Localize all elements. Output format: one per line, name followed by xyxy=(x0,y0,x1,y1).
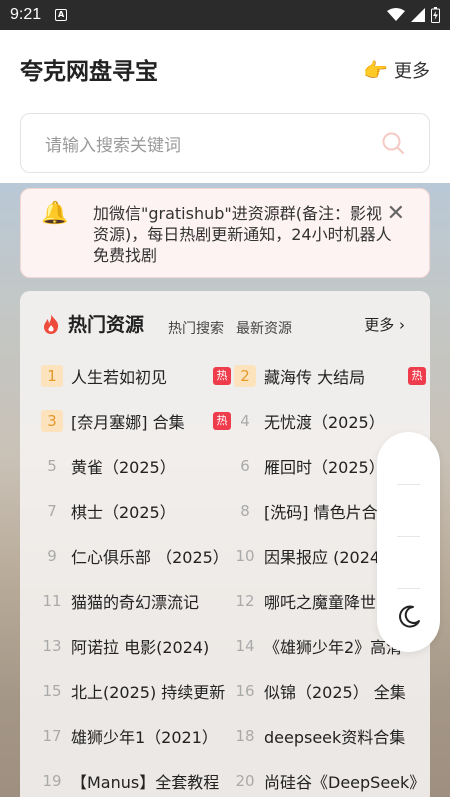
item-title: 北上(2025) 持续更新 xyxy=(71,682,226,702)
rank-number: 11 xyxy=(42,591,62,610)
list-row: 5 黄雀（2025） 6 雁回时（2025） xyxy=(20,443,430,488)
rank-badge: 3 xyxy=(41,409,63,432)
rank-number: 16 xyxy=(235,681,255,700)
status-bar: 9:21 A xyxy=(0,0,450,30)
rank-number: 7 xyxy=(47,501,57,520)
toolbar-divider xyxy=(397,484,420,485)
floating-toolbar xyxy=(377,432,440,652)
item-title: 阿诺拉 电影(2024) xyxy=(71,637,210,657)
item-title: 尚硅谷《DeepSeek》 xyxy=(264,772,426,792)
list-row: 17 雄狮少年1（2021） 18 deepseek资料合集 xyxy=(20,713,430,758)
item-title: 人生若如初见 xyxy=(71,367,168,387)
item-title: 仁心俱乐部 （2025） xyxy=(71,547,229,567)
list-row: 1 人生若如初见 热 2 藏海传 大结局 热 xyxy=(20,353,430,398)
list-item[interactable]: 20 尚硅谷《DeepSeek》 xyxy=(234,758,426,797)
list-item[interactable]: 13 阿诺拉 电影(2024) xyxy=(41,623,231,668)
notice-card: 🔔 加微信"gratishub"进资源群(备注：影视资源)，每日热剧更新通知，2… xyxy=(20,188,430,278)
rank-number: 12 xyxy=(235,591,255,610)
item-title: [奈月塞娜] 合集 xyxy=(71,412,185,432)
item-title: 雄狮少年1（2021） xyxy=(71,727,218,747)
list-row: 7 棋士（2025） 8 [洗码] 情色片合集 xyxy=(20,488,430,533)
rank-badge: 2 xyxy=(234,364,256,387)
list-item[interactable]: 3 [奈月塞娜] 合集 热 xyxy=(41,398,231,443)
list-item[interactable]: 17 雄狮少年1（2021） xyxy=(41,713,231,758)
item-title: 无忧渡（2025） xyxy=(264,412,385,432)
hot-list: 1 人生若如初见 热 2 藏海传 大结局 热 3 [奈月塞娜] 合集 热 4 无… xyxy=(20,353,430,797)
rank-number: 13 xyxy=(42,636,62,655)
item-title: 猫猫的奇幻漂流记 xyxy=(71,592,200,612)
signal-icon xyxy=(411,8,425,22)
header-more-label: 更多 xyxy=(394,61,430,82)
rank-number: 19 xyxy=(42,771,62,790)
list-row: 13 阿诺拉 电影(2024) 14 《雄狮少年2》高清 xyxy=(20,623,430,668)
tab-latest[interactable]: 最新资源 xyxy=(236,318,292,338)
item-title: 黄雀（2025） xyxy=(71,457,176,477)
header-more-button[interactable]: 👉 更多 xyxy=(363,57,430,83)
rank-number: 5 xyxy=(47,456,57,475)
list-item[interactable]: 2 藏海传 大结局 热 xyxy=(234,353,426,398)
hot-badge: 热 xyxy=(213,411,231,430)
list-row: 9 仁心俱乐部 （2025） 10 因果报应 (2024) xyxy=(20,533,430,578)
rank-number: 14 xyxy=(235,636,255,655)
item-title: 【Manus】全套教程 xyxy=(71,772,220,792)
item-title: 藏海传 大结局 xyxy=(264,367,366,387)
status-icons xyxy=(387,7,440,23)
list-item[interactable]: 7 棋士（2025） xyxy=(41,488,231,533)
rank-number: 18 xyxy=(235,726,255,745)
hot-title: 热门资源 xyxy=(68,314,145,336)
hot-resources-card: 热门资源 热门搜索 最新资源 更多 › 1 人生若如初见 热 2 藏海传 大结局… xyxy=(20,291,430,797)
list-row: 15 北上(2025) 持续更新 16 似锦（2025） 全集 xyxy=(20,668,430,713)
tab-hot-search[interactable]: 热门搜索 xyxy=(168,318,224,338)
toolbar-divider xyxy=(397,536,420,537)
close-icon[interactable]: ✕ xyxy=(387,203,405,225)
status-time: 9:21 xyxy=(10,6,42,23)
list-item[interactable]: 16 似锦（2025） 全集 xyxy=(234,668,426,713)
rank-number: 6 xyxy=(240,456,250,475)
notice-text: 加微信"gratishub"进资源群(备注：影视资源)，每日热剧更新通知，24小… xyxy=(93,204,392,265)
rank-number: 17 xyxy=(42,726,62,745)
hot-badge: 热 xyxy=(213,366,231,385)
toolbar-divider xyxy=(397,588,420,589)
search-input[interactable]: 请输入搜索关键词 xyxy=(20,113,430,173)
battery-icon xyxy=(431,7,440,23)
item-title: 棋士（2025） xyxy=(71,502,176,522)
wifi-icon xyxy=(387,8,405,21)
item-title: 似锦（2025） 全集 xyxy=(264,682,406,702)
search-icon[interactable] xyxy=(381,131,405,155)
rank-badge: 1 xyxy=(41,364,63,387)
pointing-hand-icon: 👉 xyxy=(363,58,388,82)
hot-badge: 热 xyxy=(408,366,426,385)
hot-header: 热门资源 热门搜索 最新资源 更多 › xyxy=(20,291,430,347)
rank-number: 10 xyxy=(235,546,255,565)
list-row: 3 [奈月塞娜] 合集 热 4 无忧渡（2025） xyxy=(20,398,430,443)
hot-more-button[interactable]: 更多 › xyxy=(364,314,405,335)
app-bar: 夸克网盘寻宝 👉 更多 xyxy=(0,30,450,112)
list-item[interactable]: 5 黄雀（2025） xyxy=(41,443,231,488)
list-item[interactable]: 11 猫猫的奇幻漂流记 xyxy=(41,578,231,623)
rank-number: 9 xyxy=(47,546,57,565)
rank-number: 20 xyxy=(235,771,255,790)
app-title: 夸克网盘寻宝 xyxy=(20,59,158,85)
list-row: 19 【Manus】全套教程 20 尚硅谷《DeepSeek》 xyxy=(20,758,430,797)
notification-icon: A xyxy=(55,9,68,21)
search-placeholder: 请输入搜索关键词 xyxy=(45,135,181,156)
rank-number: 15 xyxy=(42,681,62,700)
list-row: 11 猫猫的奇幻漂流记 12 哪吒之魔童降世 xyxy=(20,578,430,623)
list-item[interactable]: 9 仁心俱乐部 （2025） xyxy=(41,533,231,578)
rank-number: 8 xyxy=(240,501,250,520)
rank-number: 4 xyxy=(240,411,250,430)
list-item[interactable]: 15 北上(2025) 持续更新 xyxy=(41,668,231,713)
moon-icon[interactable] xyxy=(396,604,422,630)
list-item[interactable]: 18 deepseek资料合集 xyxy=(234,713,426,758)
item-title: deepseek资料合集 xyxy=(264,727,406,747)
list-item[interactable]: 1 人生若如初见 热 xyxy=(41,353,231,398)
list-item[interactable]: 19 【Manus】全套教程 xyxy=(41,758,231,797)
bell-icon: 🔔 xyxy=(41,201,69,226)
flame-icon xyxy=(44,314,59,334)
